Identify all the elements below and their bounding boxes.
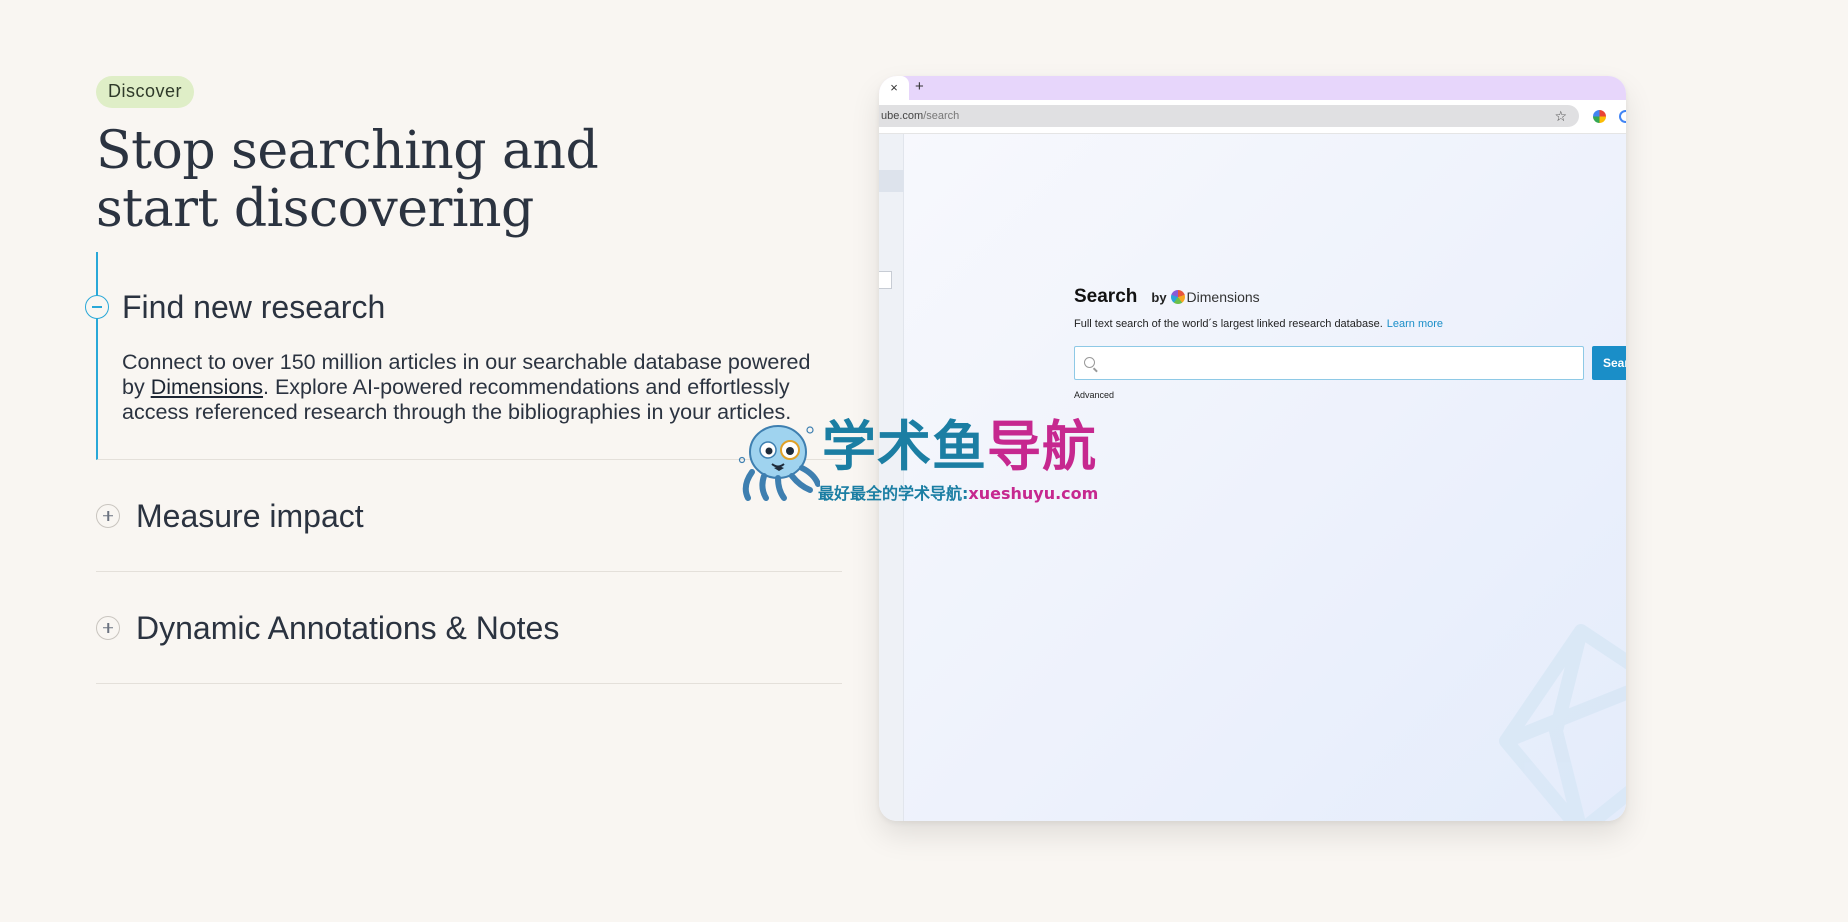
section-headline: Stop searching and start discovering (96, 121, 599, 239)
octopus-mascot-icon (738, 425, 820, 501)
decorative-gem-icon (1499, 624, 1626, 821)
dimensions-logo-icon (1170, 290, 1185, 304)
url-host: ube.com (881, 110, 924, 122)
by-label: by (1151, 290, 1167, 305)
address-bar[interactable]: ube.com/search ☆ (879, 105, 1579, 127)
search-button[interactable]: Sear (1592, 346, 1626, 380)
url-path: /search (923, 110, 960, 122)
discover-section: Discover Stop searching and start discov… (85, 76, 842, 684)
discover-badge: Discover (96, 76, 195, 108)
advanced-search-link[interactable]: Advanced (1074, 390, 1626, 400)
search-subtitle-text: Full text search of the world´s largest … (1074, 318, 1383, 330)
accordion-item-find-new-research: Find new research Connect to over 150 mi… (85, 252, 842, 460)
search-title: Search (1074, 286, 1138, 307)
search-icon (1084, 357, 1095, 368)
accordion-item-dynamic-annotations[interactable]: Dynamic Annotations & Notes (96, 572, 842, 684)
watermark-title-part2: 导航 (987, 415, 1097, 478)
accordion-body: Connect to over 150 million articles in … (122, 350, 822, 425)
new-tab-icon[interactable]: + (915, 78, 924, 95)
browser-tab-bar: × + (879, 76, 1626, 100)
learn-more-link[interactable]: Learn more (1387, 318, 1443, 330)
search-subtitle: Full text search of the world´s largest … (1074, 318, 1626, 330)
watermark-subtitle-part2: xueshuyu.com (968, 484, 1099, 503)
dimensions-brand: Dimensions (1186, 289, 1260, 305)
accordion-title[interactable]: Find new research (122, 288, 842, 326)
expand-plus-icon[interactable] (96, 503, 120, 528)
search-panel: Search by Dimensions Full text search of… (1074, 286, 1626, 400)
accordion-title[interactable]: Measure impact (136, 497, 364, 535)
tab-close-icon[interactable]: × (879, 76, 909, 100)
watermark-subtitle-part1: 最好最全的学术导航: (818, 484, 969, 503)
accordion-title[interactable]: Dynamic Annotations & Notes (136, 609, 559, 647)
browser-address-row: ube.com/search ☆ (879, 100, 1626, 134)
search-header: Search by Dimensions (1074, 286, 1626, 308)
watermark-title: 学术鱼导航 (822, 418, 1097, 476)
search-row: Sear (1074, 346, 1626, 380)
sidebar-checkbox[interactable] (879, 271, 892, 289)
watermark-title-part1: 学术鱼 (822, 415, 987, 478)
dimensions-link[interactable]: Dimensions (151, 375, 263, 399)
watermark-subtitle: 最好最全的学术导航:xueshuyu.com (818, 480, 1098, 504)
collapse-minus-icon[interactable] (85, 295, 109, 319)
search-input[interactable] (1074, 346, 1584, 380)
extension-icon-2[interactable] (1619, 110, 1626, 123)
extension-icon[interactable] (1593, 110, 1606, 123)
expand-plus-icon[interactable] (96, 615, 120, 640)
xueshuyu-watermark: 学术鱼导航 最好最全的学术导航:xueshuyu.com (738, 418, 1118, 504)
accordion-item-measure-impact[interactable]: Measure impact (96, 460, 842, 572)
sidebar-selected-item[interactable] (879, 170, 904, 192)
bookmark-star-icon[interactable]: ☆ (1554, 105, 1567, 127)
